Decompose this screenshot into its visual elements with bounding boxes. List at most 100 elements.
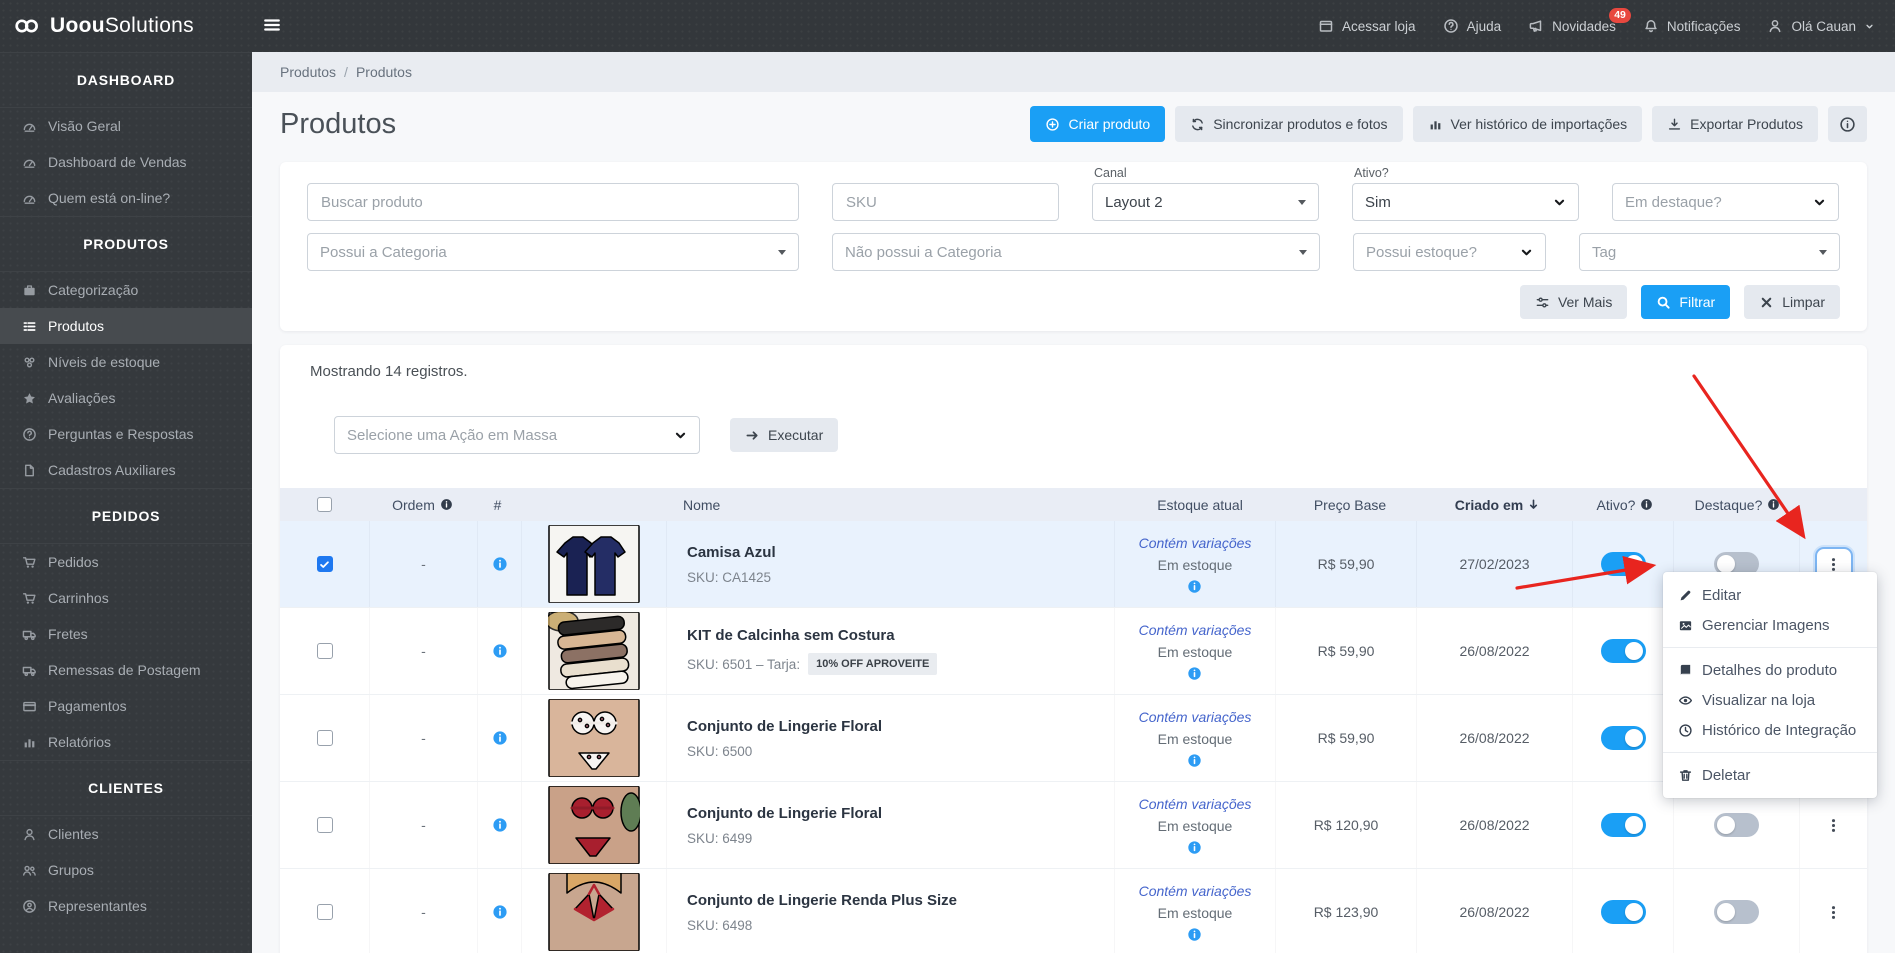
ativo-toggle[interactable] — [1600, 726, 1646, 750]
search-product-input[interactable] — [307, 183, 799, 221]
ativo-select[interactable]: Sim — [1352, 183, 1579, 221]
sidebar-item-remessas-postagem[interactable]: Remessas de Postagem — [0, 652, 252, 688]
menu-item-gerenciar-imagens[interactable]: Gerenciar Imagens — [1663, 610, 1877, 640]
variations-link[interactable]: Contém variações — [1139, 709, 1252, 725]
variations-link[interactable]: Contém variações — [1139, 535, 1252, 551]
sku-input[interactable] — [832, 183, 1059, 221]
import-history-button[interactable]: Ver histórico de importações — [1412, 106, 1643, 142]
sidebar-item-pedidos[interactable]: Pedidos — [0, 544, 252, 580]
menu-item-detalhes-produto[interactable]: Detalhes do produto — [1663, 655, 1877, 685]
header-destaque[interactable]: Destaque? — [1675, 497, 1800, 513]
sidebar-item-cadastros-auxiliares[interactable]: Cadastros Auxiliares — [0, 452, 252, 488]
sidebar-item-perguntas-respostas[interactable]: Perguntas e Respostas — [0, 416, 252, 452]
info-icon[interactable] — [492, 643, 508, 659]
sidebar-item-relatorios[interactable]: Relatórios — [0, 724, 252, 760]
sidebar-item-pagamentos[interactable]: Pagamentos — [0, 688, 252, 724]
menu-item-editar[interactable]: Editar — [1663, 580, 1877, 610]
row-checkbox[interactable] — [316, 904, 333, 920]
ver-mais-button[interactable]: Ver Mais — [1519, 285, 1628, 319]
info-icon[interactable] — [1187, 927, 1202, 942]
filtrar-button[interactable]: Filtrar — [1641, 285, 1731, 319]
destaque-toggle[interactable] — [1714, 813, 1759, 837]
destaque-toggle[interactable] — [1714, 900, 1759, 924]
executar-button[interactable]: Executar — [730, 418, 839, 452]
canal-select[interactable]: Layout 2 — [1092, 183, 1319, 221]
info-icon[interactable] — [1187, 579, 1202, 594]
header-ativo[interactable]: Ativo? — [1575, 497, 1675, 513]
sidebar-item-categorizacao[interactable]: Categorização — [0, 272, 252, 308]
row-checkbox[interactable] — [316, 817, 333, 833]
row-actions-button[interactable] — [1815, 808, 1853, 842]
product-name[interactable]: Camisa Azul — [687, 544, 776, 561]
sidebar-item-representantes[interactable]: Representantes — [0, 888, 252, 924]
ativo-toggle[interactable] — [1600, 813, 1646, 837]
menu-item-historico-integracao[interactable]: Histórico de Integração — [1663, 715, 1877, 745]
create-product-button[interactable]: Criar produto — [1030, 106, 1166, 142]
sidebar-item-quem-esta-online[interactable]: Quem está on-line? — [0, 180, 252, 216]
possui-categoria-select[interactable]: Possui a Categoria — [307, 233, 799, 271]
breadcrumb-parent[interactable]: Produtos — [280, 64, 336, 80]
row-checkbox[interactable] — [316, 643, 333, 659]
export-products-button[interactable]: Exportar Produtos — [1652, 106, 1818, 142]
header-nome[interactable]: Nome — [663, 497, 1120, 513]
cart-icon — [22, 555, 37, 570]
sidebar-item-dashboard-vendas[interactable]: Dashboard de Vendas — [0, 144, 252, 180]
sidebar-item-grupos[interactable]: Grupos — [0, 852, 252, 888]
info-icon[interactable] — [492, 817, 508, 833]
select-all-checkbox[interactable] — [317, 497, 332, 512]
product-name[interactable]: KIT de Calcinha sem Costura — [687, 627, 937, 644]
sync-products-button[interactable]: Sincronizar produtos e fotos — [1175, 106, 1403, 142]
variations-link[interactable]: Contém variações — [1139, 622, 1252, 638]
sidebar-item-carrinhos[interactable]: Carrinhos — [0, 580, 252, 616]
sidebar-item-produtos[interactable]: Produtos — [0, 308, 252, 344]
bulk-action-select[interactable]: Selecione uma Ação em Massa — [334, 416, 700, 454]
info-icon[interactable] — [1640, 498, 1653, 511]
nav-user-menu[interactable]: Olá Cauan — [1767, 18, 1875, 34]
tag-select[interactable]: Tag — [1579, 233, 1840, 271]
nav-access-store[interactable]: Acessar loja — [1318, 18, 1416, 34]
variations-link[interactable]: Contém variações — [1139, 883, 1252, 899]
limpar-button[interactable]: Limpar — [1744, 285, 1840, 319]
menu-item-deletar[interactable]: Deletar — [1663, 760, 1877, 790]
product-name[interactable]: Conjunto de Lingerie Renda Plus Size — [687, 892, 957, 909]
ativo-toggle[interactable] — [1600, 639, 1646, 663]
product-name[interactable]: Conjunto de Lingerie Floral — [687, 805, 882, 822]
header-ordem[interactable]: Ordem — [369, 497, 476, 513]
em-destaque-select[interactable]: Em destaque? — [1612, 183, 1839, 221]
info-icon[interactable] — [492, 556, 508, 572]
info-icon[interactable] — [492, 904, 508, 920]
product-name[interactable]: Conjunto de Lingerie Floral — [687, 718, 882, 735]
header-criado-em[interactable]: Criado em — [1420, 497, 1575, 513]
possui-estoque-select[interactable]: Possui estoque? — [1353, 233, 1546, 271]
row-checkbox[interactable] — [316, 556, 333, 572]
variations-link[interactable]: Contém variações — [1139, 796, 1252, 812]
info-icon[interactable] — [1187, 840, 1202, 855]
row-actions-button[interactable] — [1815, 895, 1853, 929]
info-icon[interactable] — [492, 730, 508, 746]
product-thumbnail[interactable] — [548, 699, 640, 777]
product-thumbnail[interactable] — [548, 525, 640, 603]
info-icon[interactable] — [1187, 666, 1202, 681]
menu-item-visualizar-loja[interactable]: Visualizar na loja — [1663, 685, 1877, 715]
sidebar-toggle-button[interactable] — [257, 12, 287, 41]
info-button[interactable] — [1828, 106, 1867, 142]
sidebar-item-niveis-estoque[interactable]: Níveis de estoque — [0, 344, 252, 380]
brand-logo[interactable]: UoouSolutions — [14, 14, 194, 38]
sidebar-item-avaliacoes[interactable]: Avaliações — [0, 380, 252, 416]
product-thumbnail[interactable] — [548, 612, 640, 690]
header-preco[interactable]: Preço Base — [1280, 497, 1420, 513]
row-checkbox[interactable] — [316, 730, 333, 746]
nav-help[interactable]: Ajuda — [1443, 18, 1501, 34]
nav-news[interactable]: Novidades 49 — [1528, 8, 1631, 34]
product-thumbnail[interactable] — [548, 786, 640, 864]
info-icon[interactable] — [1187, 753, 1202, 768]
info-icon[interactable] — [1767, 498, 1780, 511]
sidebar-item-visao-geral[interactable]: Visão Geral — [0, 108, 252, 144]
info-icon[interactable] — [440, 498, 453, 511]
ativo-toggle[interactable] — [1600, 900, 1646, 924]
ativo-toggle[interactable] — [1600, 552, 1646, 576]
sidebar-item-fretes[interactable]: Fretes — [0, 616, 252, 652]
sidebar-item-clientes[interactable]: Clientes — [0, 816, 252, 852]
nao-possui-categoria-select[interactable]: Não possui a Categoria — [832, 233, 1320, 271]
nav-notifications[interactable]: Notificações — [1643, 18, 1740, 34]
